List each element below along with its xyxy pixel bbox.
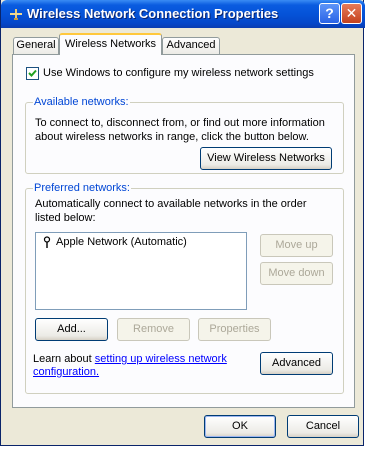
window-title: Wireless Network Connection Properties xyxy=(27,6,279,21)
add-button[interactable]: Add... xyxy=(35,318,108,341)
close-icon: ✕ xyxy=(345,5,358,21)
preferred-networks-list[interactable]: Apple Network (Automatic) xyxy=(35,232,247,310)
tab-general[interactable]: General xyxy=(13,37,59,54)
view-wireless-networks-button[interactable]: View Wireless Networks xyxy=(200,147,332,170)
checkmark-icon xyxy=(28,69,37,77)
tab-wireless-networks[interactable]: Wireless Networks xyxy=(59,33,162,55)
title-bar[interactable]: Wireless Network Connection Properties ?… xyxy=(1,0,365,28)
properties-dialog: Wireless Network Connection Properties ?… xyxy=(0,0,365,446)
help-button[interactable]: ? xyxy=(319,3,340,24)
preferred-networks-legend: Preferred networks: xyxy=(33,182,131,194)
learn-about-text: Learn about setting up wireless network … xyxy=(33,353,243,379)
help-icon: ? xyxy=(325,5,334,21)
tab-general-label: General xyxy=(16,39,56,51)
learn-about-prefix: Learn about xyxy=(33,353,95,365)
tab-advanced-label: Advanced xyxy=(166,39,216,51)
move-up-button[interactable]: Move up xyxy=(260,234,333,257)
available-networks-legend: Available networks: xyxy=(33,96,130,108)
use-windows-checkbox[interactable] xyxy=(26,67,39,80)
cancel-button[interactable]: Cancel xyxy=(287,415,359,438)
network-name: Apple Network (Automatic) xyxy=(56,236,187,248)
network-icon xyxy=(10,9,22,20)
advanced-button[interactable]: Advanced xyxy=(260,352,333,375)
antenna-icon xyxy=(43,236,51,248)
tab-advanced[interactable]: Advanced xyxy=(162,37,220,54)
ok-button[interactable]: OK xyxy=(204,415,276,438)
tab-wireless-networks-label: Wireless Networks xyxy=(64,38,157,50)
use-windows-label: Use Windows to configure my wireless net… xyxy=(43,67,314,79)
properties-button[interactable]: Properties xyxy=(198,318,271,341)
move-down-button[interactable]: Move down xyxy=(260,262,333,285)
preferred-networks-description: Automatically connect to available netwo… xyxy=(35,198,307,224)
close-button[interactable]: ✕ xyxy=(341,3,362,24)
remove-button[interactable]: Remove xyxy=(117,318,190,341)
available-networks-description: To connect to, disconnect from, or find … xyxy=(35,117,325,143)
